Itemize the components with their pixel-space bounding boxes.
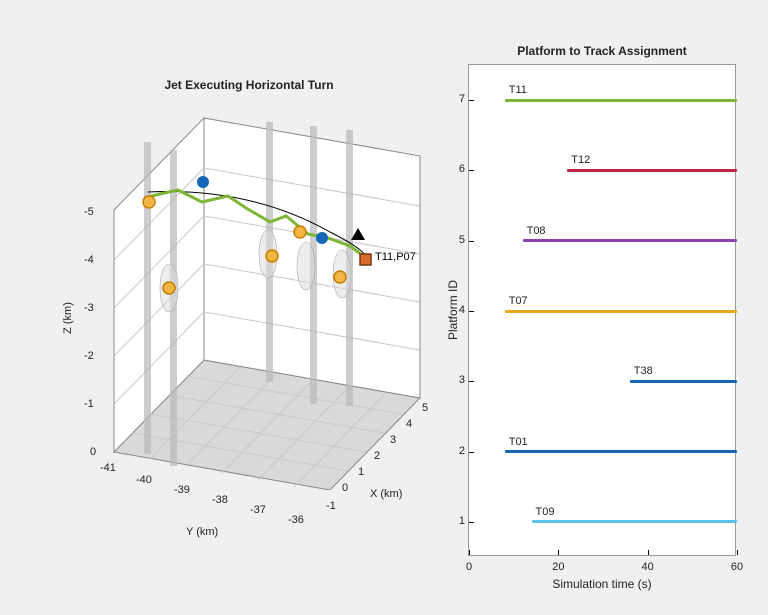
track-bar	[505, 99, 737, 102]
track-bar	[532, 520, 737, 523]
track-bar	[523, 239, 737, 242]
right-gantt-axes[interactable]: Platform ID Simulation time (s) 12345670…	[468, 64, 736, 556]
ytick: -41	[100, 462, 116, 474]
xtick: 20	[552, 561, 564, 573]
track-bar	[505, 310, 737, 313]
xtick: 3	[390, 434, 396, 446]
ztick: -1	[84, 398, 94, 410]
gantt-plot: Platform ID Simulation time (s) 12345670…	[469, 65, 735, 555]
track-label: T38	[634, 365, 653, 377]
ytick: -39	[174, 484, 190, 496]
ztick: -5	[84, 206, 94, 218]
zlabel: Z (km)	[62, 302, 74, 334]
xlabel: X (km)	[370, 488, 402, 500]
xtick: 2	[374, 450, 380, 462]
xtick: 0	[342, 482, 348, 494]
ztick: -2	[84, 350, 94, 362]
xtick: 0	[466, 561, 472, 573]
ztick: 0	[90, 446, 96, 458]
xtick: -1	[326, 500, 336, 512]
figure-window: Jet Executing Horizontal Turn Platform t…	[0, 0, 768, 615]
track-label: T08	[527, 225, 546, 237]
ytick: 2	[451, 445, 465, 457]
ytick: -38	[212, 494, 228, 506]
ytick: 5	[451, 234, 465, 246]
ztick: -4	[84, 254, 94, 266]
ytick: -40	[136, 474, 152, 486]
xtick: 1	[358, 466, 364, 478]
annotation-label: T11,P07	[375, 251, 416, 263]
ytick: 4	[451, 304, 465, 316]
track-label: T07	[509, 295, 528, 307]
ytick: 1	[451, 515, 465, 527]
ytick: 3	[451, 374, 465, 386]
left-3d-axes[interactable]: T11,P07 -5 -4 -3 -2 -1 0 Z (km) -41 -40 …	[70, 112, 428, 490]
ytick: -37	[250, 504, 266, 516]
track-bar	[630, 380, 737, 383]
track-label: T11	[509, 84, 527, 96]
left-plot-title: Jet Executing Horizontal Turn	[70, 78, 428, 92]
track-bar	[505, 450, 737, 453]
ytick: 7	[451, 93, 465, 105]
track-label: T12	[571, 154, 590, 166]
xlabel: Simulation time (s)	[469, 577, 735, 591]
ytick: -36	[288, 514, 304, 526]
track-bar	[567, 169, 737, 172]
xtick: 60	[731, 561, 743, 573]
xtick: 40	[642, 561, 654, 573]
ztick: -3	[84, 302, 94, 314]
track-label: T09	[536, 506, 555, 518]
xtick: 4	[406, 418, 412, 430]
ylabel: Y (km)	[186, 526, 218, 538]
ytick: 6	[451, 163, 465, 175]
right-plot-title: Platform to Track Assignment	[468, 44, 736, 58]
track-label: T01	[509, 436, 528, 448]
xtick: 5	[422, 402, 428, 414]
